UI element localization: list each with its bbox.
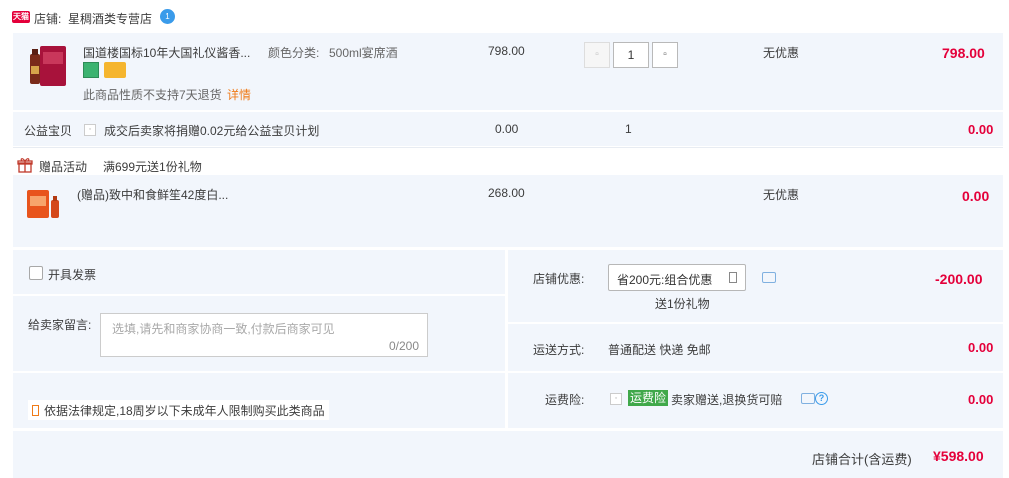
unit-price: 798.00: [488, 44, 525, 58]
details-link[interactable]: 详情: [227, 86, 251, 103]
gift-activity-rule: 满699元送1份礼物: [103, 160, 202, 174]
gift-unit-price: 268.00: [488, 186, 525, 200]
charity-price: 0.00: [495, 122, 519, 136]
charity-subtotal: 0.00: [968, 122, 994, 137]
charity-label: 公益宝贝: [24, 124, 73, 138]
product-image-1[interactable]: [24, 42, 68, 92]
charity-qty: 1: [625, 122, 632, 136]
law-note: 依据法律规定,18周岁以下未成年人限制购买此类商品: [28, 400, 329, 420]
sku-value: 500ml宴席酒: [329, 46, 398, 60]
sku-label: 颜色分类:: [268, 46, 320, 60]
wangwang-chat-icon[interactable]: 1: [160, 9, 175, 24]
gift-item-title-link[interactable]: (赠品)致中和食鲜笙42度白...: [77, 186, 228, 203]
tmall-icon: 天猫: [12, 11, 30, 23]
store-discount-select[interactable]: 省200元:组合优惠: [608, 264, 746, 291]
store-discount-selected: 省200元:组合优惠: [617, 273, 713, 287]
invoice-checkbox[interactable]: [29, 266, 43, 280]
gift-discount: 无优惠: [763, 188, 800, 202]
message-label: 给卖家留言:: [28, 318, 92, 332]
shipping-label: 运送方式:: [533, 343, 585, 357]
divider: [13, 294, 505, 296]
guarantee-icon[interactable]: [83, 62, 99, 78]
return-note: 此商品性质不支持7天退货: [83, 88, 222, 102]
invoice-label: 开具发票: [48, 268, 97, 282]
store-discount-sub: 送1份礼物: [655, 297, 710, 311]
insurance-value: 卖家赠送,退换货可赔: [671, 393, 783, 407]
gift-activity-label: 赠品活动: [39, 160, 88, 174]
credit-card-icon[interactable]: [104, 62, 126, 78]
insurance-tag: 运费险: [628, 390, 669, 406]
quantity-input[interactable]: 1: [613, 42, 649, 68]
divider: [505, 250, 508, 428]
message-counter: 0/200: [388, 339, 419, 353]
divider: [13, 371, 505, 373]
divider: [13, 147, 1003, 148]
quantity-decrease-button[interactable]: ▫: [584, 42, 610, 68]
discount-info-icon[interactable]: [762, 272, 776, 283]
gift-subtotal: 0.00: [962, 188, 990, 204]
insurance-checkbox[interactable]: ▫: [610, 393, 622, 405]
divider: [508, 322, 1003, 324]
quantity-increase-button[interactable]: ▫: [652, 42, 678, 68]
shipping-value: 普通配送 快递 免邮: [608, 343, 711, 357]
charity-note: 成交后卖家将捐赠0.02元给公益宝贝计划: [104, 124, 320, 138]
insurance-label: 运费险:: [545, 393, 585, 407]
divider: [508, 371, 1003, 373]
store-discount-amount: -200.00: [935, 271, 983, 287]
item-subtotal: 798.00: [942, 45, 985, 61]
item-title-link[interactable]: 国道楼国标10年大国礼仪酱香...: [83, 44, 250, 61]
warning-icon: [32, 404, 39, 416]
store-name-link[interactable]: 星稠酒类专营店: [68, 10, 152, 27]
insurance-chat-icon[interactable]: [801, 393, 815, 404]
help-icon[interactable]: ?: [815, 392, 828, 405]
gift-icon: [17, 157, 33, 176]
store-total-amount: ¥598.00: [933, 448, 984, 464]
chevron-down-icon: [729, 272, 737, 283]
item-discount: 无优惠: [763, 46, 800, 60]
seller-message-textarea[interactable]: 选填,请先和商家协商一致,付款后商家可见 0/200: [100, 313, 428, 357]
charity-icon: ▫: [84, 124, 96, 136]
product-image-2[interactable]: [23, 186, 63, 222]
store-total-label: 店铺合计(含运费): [812, 452, 912, 467]
shipping-amount: 0.00: [968, 340, 994, 355]
store-label: 店铺:: [34, 12, 62, 26]
insurance-amount: 0.00: [968, 392, 994, 407]
law-note-text: 依据法律规定,18周岁以下未成年人限制购买此类商品: [44, 403, 325, 418]
message-placeholder: 选填,请先和商家协商一致,付款后商家可见: [112, 322, 335, 336]
store-discount-label: 店铺优惠:: [533, 272, 585, 286]
